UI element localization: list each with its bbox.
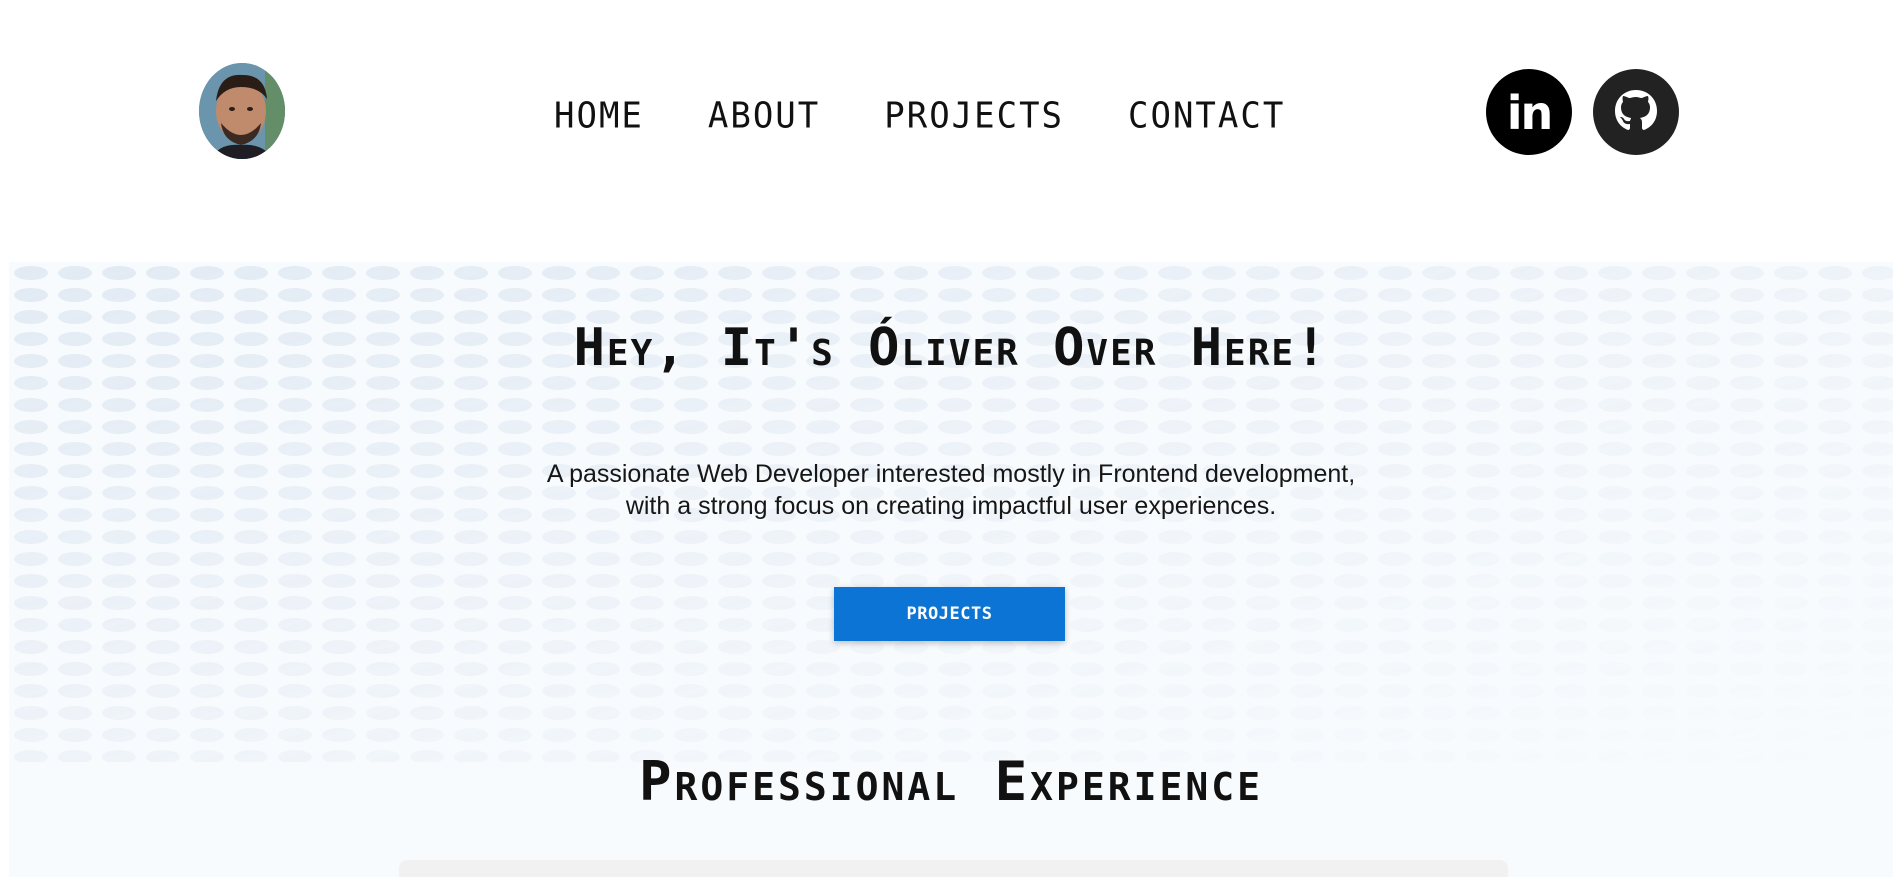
nav-about[interactable]: ABOUT	[708, 91, 820, 141]
hero-description-line-1: A passionate Web Developer interested mo…	[546, 460, 1356, 488]
github-icon	[1615, 90, 1657, 130]
nav-contact[interactable]: CONTACT	[1128, 91, 1285, 141]
avatar-image	[199, 63, 285, 159]
hero-section: Hey, It's Óliver Over Here! A passionate…	[9, 262, 1893, 877]
linkedin-icon: in	[1506, 86, 1553, 140]
hero-title: Hey, It's Óliver Over Here!	[573, 318, 1329, 378]
avatar[interactable]	[199, 63, 285, 159]
linkedin-link[interactable]: in	[1486, 69, 1572, 155]
experience-title: Professional Experience	[638, 750, 1264, 813]
hero-description-line-2: with a strong focus on creating impactfu…	[625, 492, 1277, 520]
page: HOME ABOUT PROJECTS CONTACT in Hey, It's…	[0, 0, 1893, 877]
github-link[interactable]	[1593, 69, 1679, 155]
main-nav: HOME ABOUT PROJECTS CONTACT	[554, 92, 1285, 140]
nav-home[interactable]: HOME	[554, 91, 644, 141]
projects-button[interactable]: PROJECTS	[834, 587, 1065, 641]
site-header: HOME ABOUT PROJECTS CONTACT in	[0, 0, 1893, 220]
hero-description: A passionate Web Developer interested mo…	[9, 458, 1893, 522]
nav-projects[interactable]: PROJECTS	[884, 91, 1064, 141]
experience-card	[399, 860, 1508, 877]
